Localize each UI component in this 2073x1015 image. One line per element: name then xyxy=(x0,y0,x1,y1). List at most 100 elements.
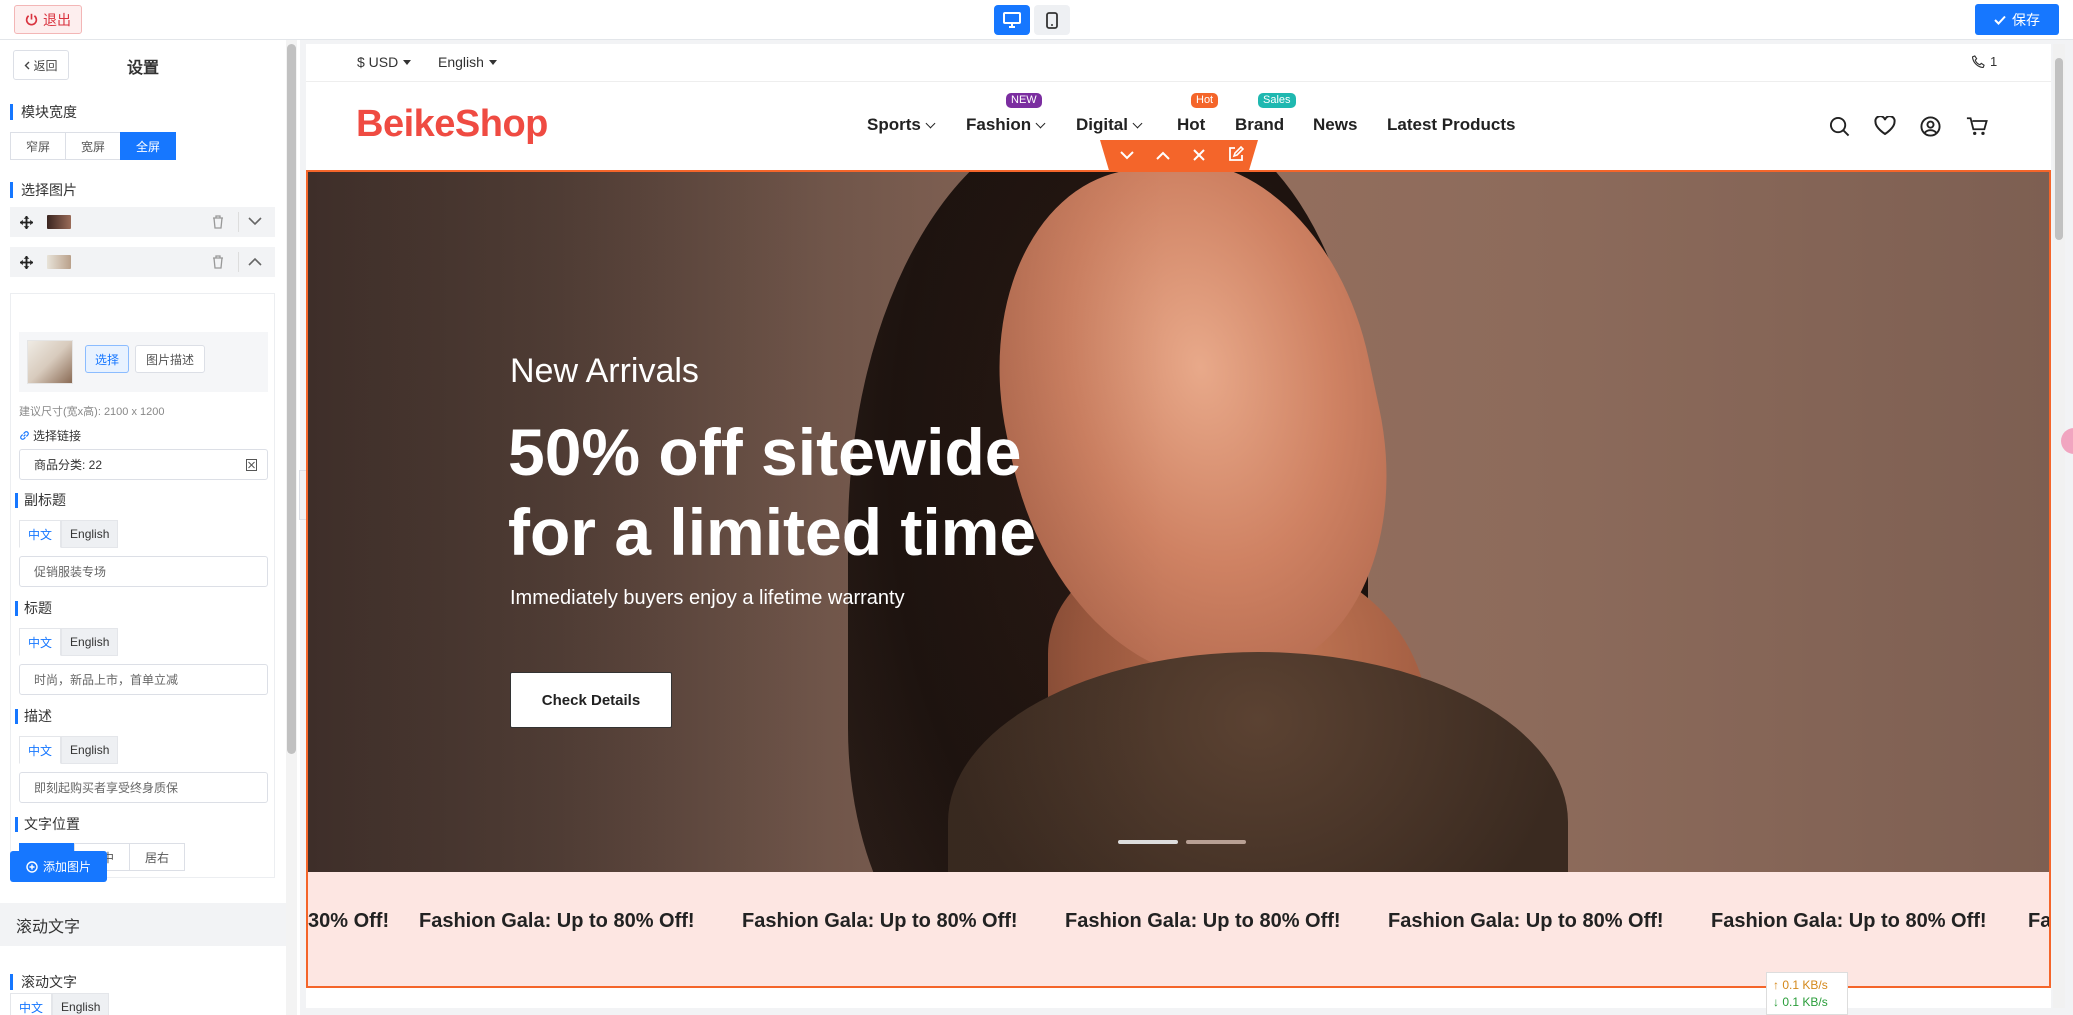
hero-banner[interactable]: New Arrivals 50% off sitewide for a limi… xyxy=(308,172,2049,872)
move-up-icon[interactable] xyxy=(1156,151,1170,160)
nav-label: Digital xyxy=(1076,115,1128,134)
add-image-button[interactable]: 添加图片 xyxy=(10,851,107,882)
panel-scrollbar[interactable] xyxy=(287,44,296,754)
phone-icon xyxy=(1972,55,1985,68)
canvas-scrollbar[interactable] xyxy=(2055,58,2063,240)
save-button[interactable]: 保存 xyxy=(1975,4,2059,35)
nav-item-news[interactable]: News xyxy=(1313,115,1357,135)
add-image-label: 添加图片 xyxy=(42,860,91,874)
marquee-item: Fashion Gala: Up to 80% Off! xyxy=(1065,910,1341,932)
chevron-down-icon xyxy=(1132,118,1143,128)
nav-item-brand[interactable]: Brand xyxy=(1235,115,1284,135)
store-logo[interactable]: BeikeShop xyxy=(356,103,548,146)
width-section-label: 模块宽度 xyxy=(10,104,77,120)
trash-icon[interactable] xyxy=(212,215,224,229)
scrolling-text-bar[interactable]: 30% Off! Fashion Gala: Up to 80% Off! Fa… xyxy=(308,872,2049,986)
nav-item-latest-products[interactable]: Latest Products xyxy=(1387,115,1515,135)
image-item-2[interactable] xyxy=(10,247,275,277)
width-option-wide[interactable]: 宽屏 xyxy=(65,132,121,160)
marquee-item: Fashion Gala: Up to 80% Off! xyxy=(1711,910,1987,932)
chevron-down-icon[interactable] xyxy=(248,217,262,226)
marquee-item-partial: Fa xyxy=(2028,910,2049,932)
nav-label: Fashion xyxy=(966,115,1032,134)
text-position-right[interactable]: 居右 xyxy=(129,843,185,871)
delete-module-icon[interactable] xyxy=(1192,148,1206,162)
tab-en[interactable]: English xyxy=(61,628,119,656)
tab-zh[interactable]: 中文 xyxy=(10,993,53,1015)
nav-item-fashion[interactable]: Fashion xyxy=(966,115,1046,135)
link-value-field[interactable]: 商品分类: 22 xyxy=(19,449,268,480)
images-section-label: 选择图片 xyxy=(10,182,77,198)
heart-icon[interactable] xyxy=(1874,116,1896,136)
width-option-full[interactable]: 全屏 xyxy=(120,132,176,160)
image-preview xyxy=(27,340,73,384)
slide-indicator[interactable] xyxy=(1186,840,1246,844)
scroll-text-section-header[interactable]: 滚动文字 xyxy=(0,903,286,946)
exit-button[interactable]: 退出 xyxy=(14,5,82,34)
desktop-view-button[interactable] xyxy=(994,5,1030,35)
nav-label: News xyxy=(1313,115,1358,134)
user-icon[interactable] xyxy=(1920,116,1941,137)
nav-badge-new: NEW xyxy=(1006,93,1042,108)
module-toolbar xyxy=(1100,140,1258,172)
subtitle-input[interactable]: 促销服装专场 xyxy=(19,556,268,587)
width-option-narrow[interactable]: 窄屏 xyxy=(10,132,66,160)
save-label: 保存 xyxy=(2012,11,2040,28)
description-input[interactable]: 即刻起购买者享受终身质保 xyxy=(19,772,268,803)
tab-en[interactable]: English xyxy=(52,993,110,1015)
caret-down-icon xyxy=(488,59,497,65)
chevron-up-icon[interactable] xyxy=(248,257,262,266)
image-thumbnail xyxy=(47,255,71,269)
marquee-item: Fashion Gala: Up to 80% Off! xyxy=(1388,910,1664,932)
nav-label: Brand xyxy=(1235,115,1285,134)
trash-icon[interactable] xyxy=(212,255,224,269)
tab-zh[interactable]: 中文 xyxy=(19,520,62,548)
back-button[interactable]: 返回 xyxy=(13,50,69,80)
currency-dropdown[interactable]: $ USD xyxy=(357,54,412,70)
link-icon xyxy=(19,430,30,441)
size-hint: 建议尺寸(宽x高): 2100 x 1200 xyxy=(19,406,165,418)
caret-down-icon xyxy=(403,59,412,65)
nav-item-hot[interactable]: Hot xyxy=(1177,115,1205,135)
tab-en[interactable]: English xyxy=(61,520,119,548)
language-dropdown[interactable]: English xyxy=(438,54,497,70)
image-description-button[interactable]: 图片描述 xyxy=(135,345,205,373)
currency-label: $ USD xyxy=(357,54,399,70)
nav-badge-hot: Hot xyxy=(1191,93,1219,108)
nav-label: Hot xyxy=(1177,115,1206,134)
title-input[interactable]: 时尚，新品上市，首单立减 xyxy=(19,664,268,695)
hero-subtitle: New Arrivals xyxy=(510,352,699,390)
drag-move-icon[interactable] xyxy=(20,255,33,269)
image-item-1[interactable] xyxy=(10,207,275,237)
cart-icon[interactable] xyxy=(1966,116,1988,137)
divider xyxy=(238,252,239,272)
nav-item-digital[interactable]: Digital xyxy=(1076,115,1143,135)
nav-badge-sales: Sales xyxy=(1258,93,1296,108)
clear-link-icon[interactable] xyxy=(246,459,257,471)
check-details-button[interactable]: Check Details xyxy=(510,672,672,728)
select-link[interactable]: 选择链接 xyxy=(19,427,81,444)
tab-en[interactable]: English xyxy=(61,736,119,764)
chevron-down-icon xyxy=(1035,118,1046,128)
nav-item-sports[interactable]: Sports xyxy=(867,115,936,135)
move-down-icon[interactable] xyxy=(1120,151,1134,160)
mobile-view-button[interactable] xyxy=(1034,5,1070,35)
hero-title-line-2: for a limited time xyxy=(508,495,1037,569)
marquee-item: Fashion Gala: Up to 80% Off! xyxy=(742,910,1018,932)
title-lang-tabs: 中文 English xyxy=(19,628,119,656)
divider xyxy=(238,212,239,232)
tab-zh[interactable]: 中文 xyxy=(19,628,62,656)
nav-label: Latest Products xyxy=(1387,115,1516,134)
store-preview: $ USD English 1 BeikeShop Sports Fashion… xyxy=(306,44,2051,1008)
description-label: 描述 xyxy=(15,709,52,724)
slide-indicator-active[interactable] xyxy=(1118,840,1178,844)
search-icon[interactable] xyxy=(1829,116,1850,137)
text-position-label: 文字位置 xyxy=(15,817,80,832)
chevron-left-icon xyxy=(24,61,30,70)
settings-panel: 返回 设置 模块宽度 窄屏 宽屏 全屏 选择图片 选择 图片描述 建议尺寸(宽x… xyxy=(0,40,300,1015)
drag-move-icon[interactable] xyxy=(20,215,33,229)
edit-icon[interactable] xyxy=(1228,146,1244,162)
select-image-button[interactable]: 选择 xyxy=(85,345,129,373)
tab-zh[interactable]: 中文 xyxy=(19,736,62,764)
hero-title: 50% off sitewide for a limited time xyxy=(508,412,1228,572)
